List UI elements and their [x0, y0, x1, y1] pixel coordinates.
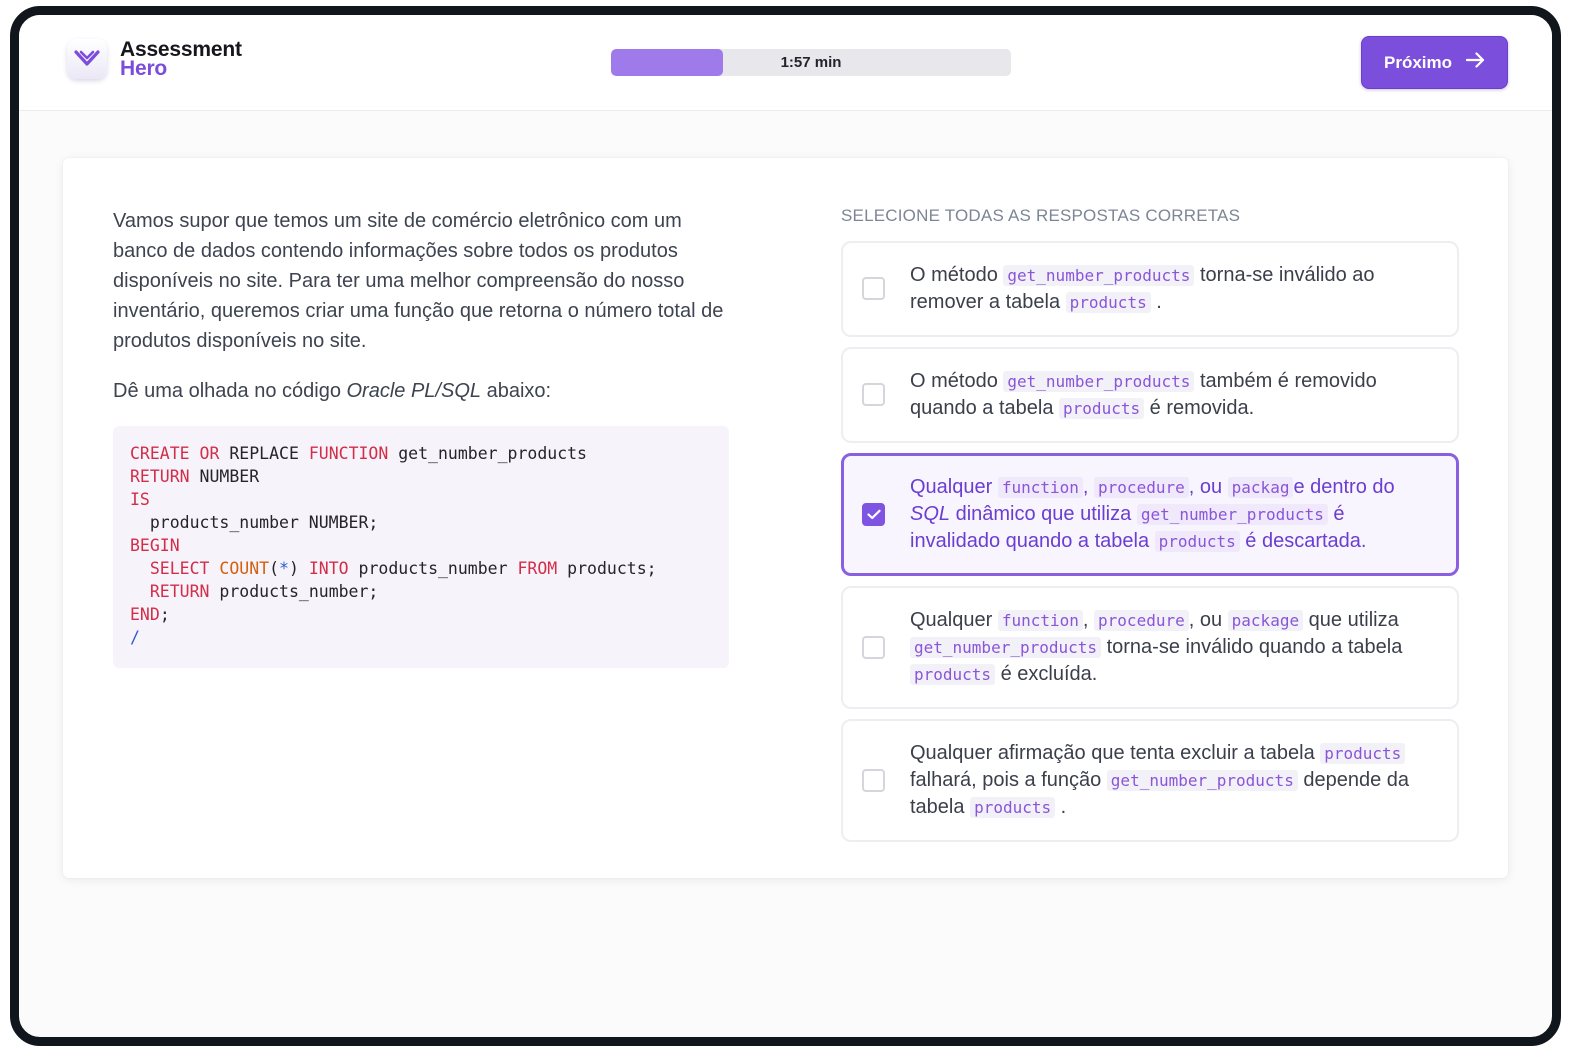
checkbox[interactable]	[862, 635, 885, 659]
checkbox[interactable]	[862, 768, 885, 792]
timer-label: 1:57 min	[780, 54, 842, 71]
answer-option-text: Qualquer function, procedure, ou package…	[910, 609, 1403, 685]
checkbox[interactable]	[862, 383, 885, 406]
answer-option-2[interactable]: O método get_number_products também é re…	[841, 347, 1459, 443]
code-snippet: CREATE OR REPLACE FUNCTION get_number_pr…	[113, 426, 729, 668]
answer-option-text: Qualquer function, procedure, ou package…	[910, 476, 1395, 552]
answer-option-5[interactable]: Qualquer afirmação que tenta excluir a t…	[841, 719, 1459, 842]
arrow-right-icon	[1465, 52, 1485, 73]
answers-heading: SELECIONE TODAS AS RESPOSTAS CORRETAS	[841, 206, 1241, 225]
next-button[interactable]: Próximo	[1361, 36, 1508, 89]
logo-icon	[67, 39, 107, 79]
checkbox-checked[interactable]	[862, 502, 885, 526]
answer-option-text: O método get_number_products também é re…	[910, 370, 1377, 419]
check-icon	[866, 509, 881, 519]
answer-option-text: Qualquer afirmação que tenta excluir a t…	[910, 742, 1410, 818]
answer-option-text: O método get_number_products torna-se in…	[910, 264, 1375, 313]
question-prompt: Dê uma olhada no código Oracle PL/SQL ab…	[113, 380, 552, 402]
top-bar: Assessment Hero 1:57 min Próximo	[19, 15, 1552, 111]
logo[interactable]: Assessment Hero	[67, 39, 242, 79]
question-panel: Vamos supor que temos um site de comérci…	[113, 206, 735, 668]
timer-progress-bar: 1:57 min	[611, 49, 1011, 76]
app-window: Assessment Hero 1:57 min Próximo Vamos s…	[10, 6, 1561, 1046]
answer-option-1[interactable]: O método get_number_products torna-se in…	[841, 241, 1459, 337]
answer-option-4[interactable]: Qualquer function, procedure, ou package…	[841, 586, 1459, 709]
question-card: Vamos supor que temos um site de comérci…	[63, 158, 1508, 878]
checkbox[interactable]	[862, 277, 885, 300]
answers-panel: SELECIONE TODAS AS RESPOSTAS CORRETAS O …	[841, 206, 1459, 852]
question-text: Vamos supor que temos um site de comérci…	[113, 210, 724, 352]
logo-subtitle: Hero	[120, 57, 168, 80]
next-button-label: Próximo	[1383, 52, 1453, 72]
answer-option-3[interactable]: Qualquer function, procedure, ou packag e…	[841, 453, 1459, 576]
